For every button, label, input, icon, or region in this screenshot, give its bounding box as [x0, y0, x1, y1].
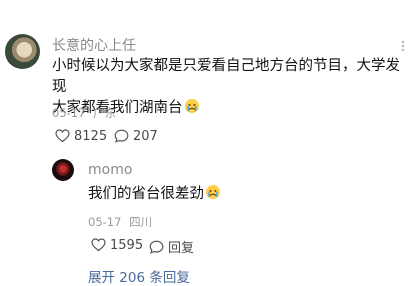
reply-username[interactable]: momo: [88, 162, 132, 178]
more-icon[interactable]: [396, 38, 410, 52]
comment-like-count: 8125: [74, 128, 108, 144]
comment-bubble-icon: [113, 128, 129, 144]
comment-location: 广东: [93, 106, 117, 120]
comment-date: 05-17: [52, 106, 86, 120]
comment-bubble-icon: [148, 239, 164, 255]
reply-reply-label: 回复: [168, 241, 195, 256]
crying-emoji-icon: [205, 184, 221, 200]
reply-date: 05-17: [88, 215, 122, 229]
comment-meta: 05-17 广东: [52, 105, 116, 121]
heart-icon: [90, 237, 106, 253]
reply-meta: 05-17 四川: [88, 214, 152, 230]
expand-replies-link[interactable]: 展开 206 条回复: [88, 266, 190, 286]
heart-icon: [54, 128, 70, 144]
comment-username[interactable]: 长意的心上任: [52, 35, 136, 55]
reply-button[interactable]: 207: [113, 128, 158, 144]
reply-like-count: 1595: [110, 237, 144, 253]
comment-text-line1: 小时候以为大家都是只爱看自己地方台的节目，大学发现: [52, 58, 400, 95]
reply-reply-button[interactable]: 回复: [148, 237, 194, 256]
reply-avatar[interactable]: [52, 159, 74, 181]
reply-text: 我们的省台很差劲: [88, 184, 221, 205]
like-button[interactable]: 8125: [54, 128, 107, 144]
reply-text-content: 我们的省台很差劲: [88, 186, 204, 202]
reply-location: 四川: [129, 215, 153, 229]
avatar[interactable]: [5, 34, 40, 69]
comment-reply-count: 207: [133, 128, 158, 144]
crying-emoji-icon: [184, 98, 200, 114]
reply-like-button[interactable]: 1595: [90, 237, 143, 253]
